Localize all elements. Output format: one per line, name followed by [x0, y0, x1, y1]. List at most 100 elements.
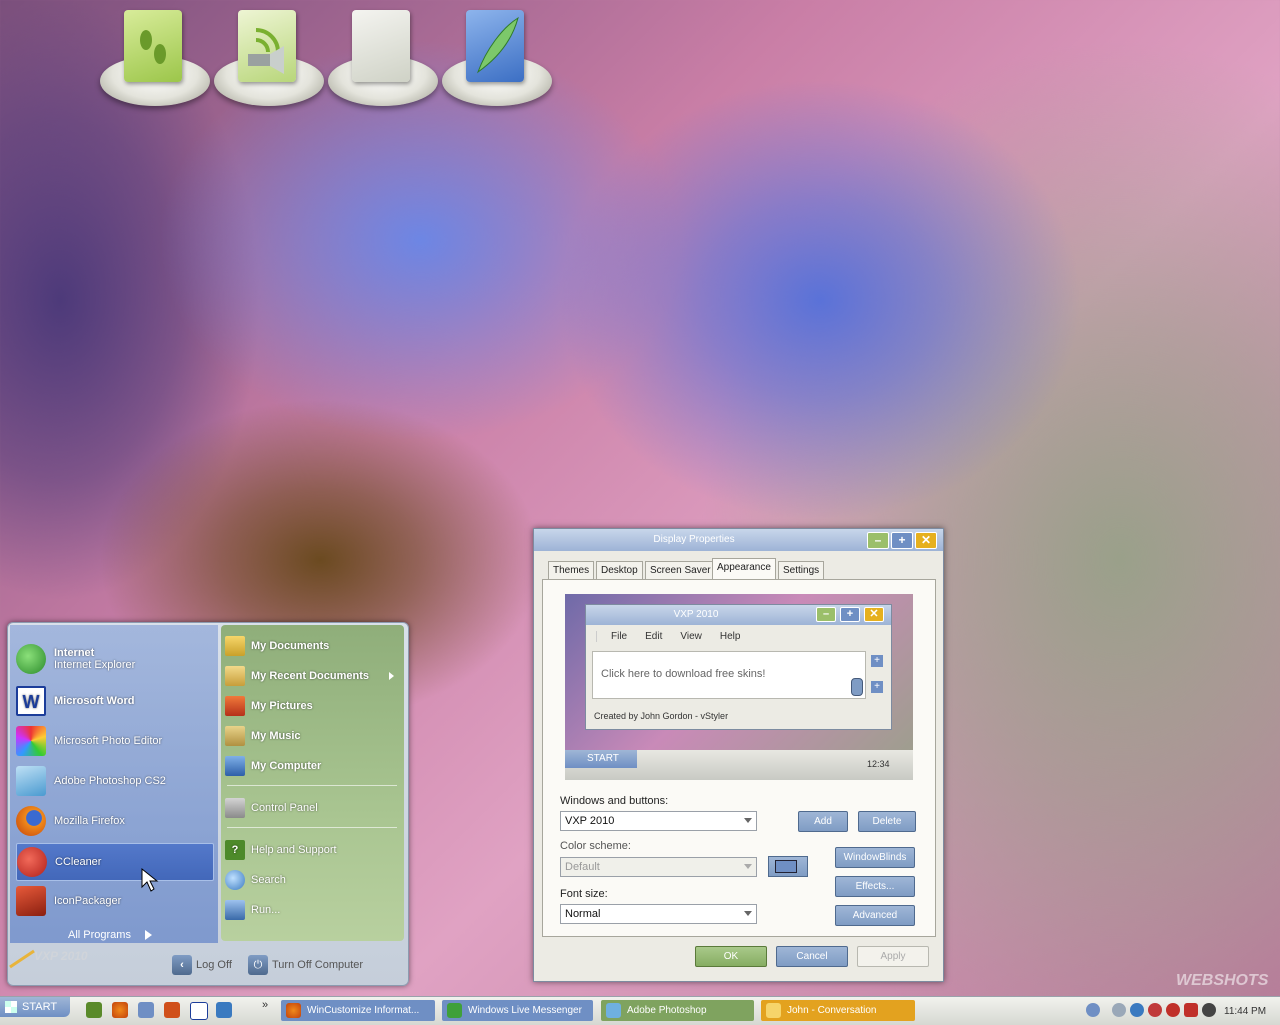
color-swatch-button[interactable] — [768, 856, 808, 877]
delete-button[interactable]: Delete — [858, 811, 916, 832]
task-photoshop[interactable]: Adobe Photoshop — [601, 1000, 754, 1021]
task-label: Adobe Photoshop — [627, 1005, 707, 1016]
effects-button[interactable]: Effects... — [835, 876, 915, 897]
tray-shield-icon[interactable] — [1166, 1003, 1180, 1017]
place-label: My Documents — [251, 640, 330, 652]
place-label: Control Panel — [251, 802, 318, 814]
preview-start-label: START — [587, 753, 619, 764]
windows-buttons-value: VXP 2010 — [565, 815, 615, 827]
tray-acrobat-icon[interactable] — [1184, 1003, 1198, 1017]
tab-settings[interactable]: Settings — [778, 561, 825, 580]
firefox-icon — [286, 1003, 301, 1018]
quicklaunch-word-icon[interactable] — [190, 1002, 208, 1020]
start-item-firefox[interactable]: Mozilla Firefox — [16, 803, 216, 839]
quicklaunch-image-icon[interactable] — [164, 1002, 180, 1018]
quicklaunch-app-icon[interactable] — [86, 1002, 102, 1018]
place-help-support[interactable]: ? Help and Support — [225, 837, 400, 863]
tray-expand-icon[interactable] — [1086, 1003, 1100, 1017]
start-item-photoshop[interactable]: Adobe Photoshop CS2 — [16, 763, 216, 799]
all-programs-button[interactable]: All Programs — [68, 929, 152, 941]
recent-documents-icon — [225, 666, 245, 686]
task-messenger[interactable]: Windows Live Messenger — [442, 1000, 593, 1021]
tab-appearance[interactable]: Appearance — [712, 558, 776, 581]
windows-logo-icon — [5, 1001, 17, 1013]
log-off-label: Log Off — [196, 959, 232, 971]
start-item-internet[interactable]: Internet Internet Explorer — [16, 641, 216, 677]
font-size-select[interactable]: Normal — [560, 904, 757, 924]
place-label: My Pictures — [251, 700, 313, 712]
mouse-cursor-icon — [141, 867, 159, 892]
start-item-word[interactable]: W Microsoft Word — [16, 683, 216, 719]
quicklaunch-document-icon[interactable] — [138, 1002, 154, 1018]
title-bar[interactable]: Display Properties – + ✕ — [534, 529, 943, 551]
quicklaunch-internet-explorer-icon[interactable] — [216, 1002, 232, 1018]
place-control-panel[interactable]: Control Panel — [225, 795, 400, 821]
apply-button[interactable]: Apply — [857, 946, 929, 967]
log-off-button[interactable]: ‹ Log Off — [172, 955, 232, 975]
start-item-ccleaner[interactable]: CCleaner — [16, 843, 214, 881]
firefox-icon — [16, 806, 46, 836]
start-item-title: Adobe Photoshop CS2 — [54, 775, 166, 787]
color-scheme-label: Color scheme: — [560, 840, 631, 852]
tray-alert-icon[interactable] — [1148, 1003, 1162, 1017]
dock-item-blank[interactable] — [328, 4, 438, 106]
tab-themes[interactable]: Themes — [548, 561, 595, 580]
dock-item-footprints[interactable] — [100, 4, 210, 106]
cancel-button[interactable]: Cancel — [776, 946, 848, 967]
task-conversation[interactable]: John - Conversation — [761, 1000, 915, 1021]
tab-screen-saver[interactable]: Screen Saver — [645, 561, 716, 580]
preview-menu-help: Help — [719, 631, 741, 642]
preview-window: VXP 2010 – + ✕ File Edit View Help Click… — [585, 604, 892, 730]
close-button[interactable]: ✕ — [915, 532, 937, 549]
turn-off-button[interactable]: ⏻ Turn Off Computer — [248, 955, 363, 975]
start-item-photo-editor[interactable]: Microsoft Photo Editor — [16, 723, 216, 759]
ok-button[interactable]: OK — [695, 946, 767, 967]
word-icon: W — [16, 686, 46, 716]
start-item-iconpackager[interactable]: IconPackager — [16, 883, 216, 919]
dock-item-rss[interactable] — [214, 4, 324, 106]
quicklaunch-overflow-icon[interactable]: » — [262, 999, 268, 1011]
color-scheme-select[interactable]: Default — [560, 857, 757, 877]
blank-document-icon — [352, 10, 410, 82]
start-item-subtitle: Internet Explorer — [54, 659, 136, 671]
turn-off-label: Turn Off Computer — [272, 959, 364, 971]
pictures-icon — [225, 696, 245, 716]
tray-network-icon[interactable] — [1112, 1003, 1126, 1017]
start-button[interactable]: START — [0, 997, 70, 1017]
tab-desktop[interactable]: Desktop — [596, 561, 643, 580]
place-label: My Recent Documents — [251, 670, 369, 682]
place-my-documents[interactable]: My Documents — [225, 633, 400, 659]
place-label: My Computer — [251, 760, 322, 772]
internet-explorer-icon — [16, 644, 46, 674]
place-my-recent-documents[interactable]: My Recent Documents — [225, 663, 400, 689]
run-icon — [225, 900, 245, 920]
place-my-computer[interactable]: My Computer — [225, 753, 400, 779]
tray-messenger-icon[interactable] — [1202, 1003, 1216, 1017]
windowblinds-button[interactable]: WindowBlinds — [835, 847, 915, 868]
add-button[interactable]: Add — [798, 811, 848, 832]
place-my-music[interactable]: My Music — [225, 723, 400, 749]
all-programs-label: All Programs — [68, 929, 131, 941]
preview-menu-view: View — [680, 631, 702, 642]
quicklaunch-firefox-icon[interactable] — [112, 1002, 128, 1018]
start-label: START — [22, 1001, 58, 1013]
advanced-button[interactable]: Advanced — [835, 905, 915, 926]
dock-item-feather[interactable] — [442, 4, 552, 106]
task-wincustomize[interactable]: WinCustomize Informat... — [281, 1000, 435, 1021]
preview-taskbar: START 12:34 — [565, 750, 913, 780]
maximize-button[interactable]: + — [891, 532, 913, 549]
place-label: Help and Support — [251, 844, 337, 856]
chevron-down-icon — [744, 864, 752, 869]
tray-security-icon[interactable] — [1130, 1003, 1144, 1017]
place-my-pictures[interactable]: My Pictures — [225, 693, 400, 719]
folder-icon — [225, 636, 245, 656]
place-run[interactable]: Run... — [225, 897, 400, 923]
divider — [227, 827, 397, 828]
place-search[interactable]: Search — [225, 867, 400, 893]
windows-buttons-select[interactable]: VXP 2010 — [560, 811, 757, 831]
photo-editor-icon — [16, 726, 46, 756]
minimize-button[interactable]: – — [867, 532, 889, 549]
preview-scrollbar-thumb-icon — [851, 678, 863, 696]
log-off-icon: ‹ — [172, 955, 192, 975]
footprints-document-icon — [124, 10, 182, 82]
